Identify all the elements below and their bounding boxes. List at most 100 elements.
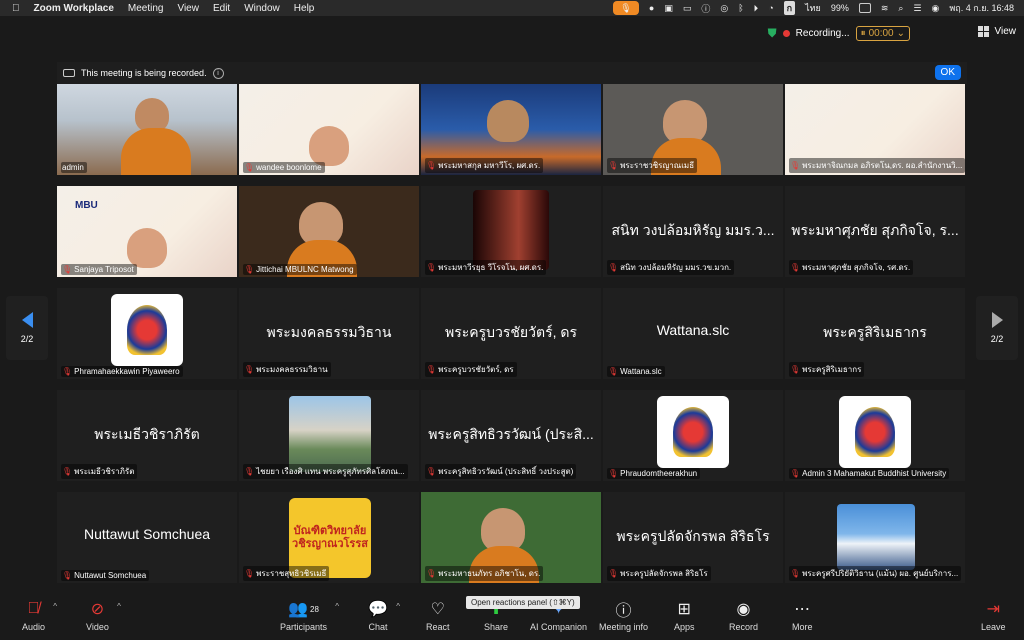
more-button[interactable]: ⋯ More [792, 600, 813, 632]
macos-menubar:  Zoom Workplace Meeting View Edit Windo… [0, 0, 1024, 16]
participant-tile[interactable]: พระครูสิทธิวรวัฒน์ (ประสิ... 🎙 พระครูสิทธิ… [421, 390, 601, 481]
zoom-status-icon[interactable]: ● [649, 3, 654, 13]
mic-muted-icon: 🎙 [244, 569, 255, 578]
meeting-topbar: ⛊ Recording... ⏸ 00:00 ⌄ View [0, 18, 1024, 52]
bluetooth-icon[interactable]: ᛒ [738, 3, 743, 13]
search-icon[interactable]: ⌕ [898, 3, 903, 14]
timer-value: 00:00 [868, 28, 894, 39]
participant-tile[interactable]: 🎙 พระมหาสกุล มหาวีโร, ผศ.ดร. [421, 84, 601, 175]
battery-icon[interactable] [858, 3, 871, 13]
participant-tile[interactable]: การประชุมสภาวิชาการ ครั้งที่ ๗/๒๕๖๘MBU🎙S… [57, 186, 237, 277]
university-crest [111, 294, 183, 366]
wifi-icon[interactable]: ≋ [881, 3, 889, 14]
participant-display-name: พระครูสิริเมธากร [823, 324, 927, 340]
participant-name: พระครูสิทธิวรวัฒน์ (ประสิทธิ์ วงประสูต) [438, 467, 574, 476]
recording-timer[interactable]: ⏸ 00:00 ⌄ [855, 26, 910, 41]
participant-name: พระมหาศุภชัย สุภกิจโจ, รศ.ดร. [802, 263, 911, 272]
menu-view[interactable]: View [177, 3, 199, 14]
chevron-up-icon[interactable]: ^ [335, 602, 339, 611]
shield-icon[interactable]: ⛊ [768, 26, 777, 41]
participant-name: Wattana.slc [620, 367, 662, 376]
record-icon: ◉ [736, 601, 751, 618]
participant-tile[interactable]: 🎙 wandee boonlome [239, 84, 419, 175]
app-menu[interactable]: Zoom Workplace [34, 3, 114, 14]
menu-help[interactable]: Help [294, 3, 315, 14]
participant-tile[interactable]: สนิท วงปล้อมหิรัญ มมร.ว... 🎙 สนิท วงปล้อมห… [603, 186, 783, 277]
participants-label: Participants [280, 622, 328, 632]
participant-name: พระราชสุทธิวชิรเมธี [256, 569, 327, 578]
clock-icon[interactable]: ◔ [768, 3, 773, 13]
apple-icon[interactable]:  [12, 3, 20, 14]
audio-button[interactable]: 🎙̸ Audio ^ [22, 600, 57, 632]
menubar-datetime[interactable]: พฤ. 4 ก.ย. 16:48 [949, 1, 1014, 15]
participants-icon: 👥 28 [288, 601, 319, 618]
menu-edit[interactable]: Edit [213, 3, 230, 14]
participant-tile[interactable]: 🎙 พระครูศรีปริยัติวิธาน (แม้น) ผอ. ศูนย์บ… [785, 492, 965, 583]
mic-muted-icon: 🎙 [244, 265, 255, 274]
recording-status[interactable]: ⛊ Recording... ⏸ 00:00 ⌄ [768, 26, 910, 41]
participant-name: Phramahaekkawin Piyaweero [74, 367, 180, 376]
participant-tile[interactable]: พระครูบวรชัยวัตร์, ดร 🎙 พระครูบวรชัยวัตร์,… [421, 288, 601, 379]
participant-display-name: สนิท วงปล้อมหิรัญ มมร.ว... [611, 222, 775, 238]
participant-tile[interactable]: 🎙 Admin 3 Mahamakut Buddhist University [785, 390, 965, 481]
robe [121, 128, 191, 175]
participant-tile[interactable]: Nuttawut Somchuea 🎙 Nuttawut Somchuea [57, 492, 237, 583]
video-button[interactable]: ⊘ Video ^ [86, 600, 121, 632]
mic-status-icon[interactable]: 🎙 [612, 1, 639, 15]
chevron-up-icon[interactable]: ^ [53, 602, 57, 611]
participant-name-label: 🎙 พระมหาจิณกมล อภิรตโน,ดร. ผอ.สำนักงานวิ.… [789, 158, 965, 173]
banner-ok-button[interactable]: OK [934, 65, 961, 80]
participant-name-label: 🎙 พระมหาวีรยุธ วีโรจโน, ผศ.ดร. [425, 260, 547, 275]
participant-tile[interactable]: พระมงคลธรรมวิธาน 🎙 พระมงคลธรรมวิธาน [239, 288, 419, 379]
line-icon[interactable]: ▣ [664, 3, 673, 14]
participant-tile[interactable]: พระมหาศุภชัย สุภกิจโจ, ร... 🎙 พระมหาศุภชัย… [785, 186, 965, 277]
participant-tile[interactable]: บัณฑิตวิทยาลัย วชิรญาณวโรรส 🎙 พระราชสุทธิว… [239, 492, 419, 583]
siri-icon[interactable]: ◉ [932, 3, 940, 14]
next-page-button[interactable]: 2/2 [976, 296, 1018, 360]
participant-name-label: 🎙 สนิท วงปล้อมหิรัญ มมร.วข.มวก. [607, 260, 735, 275]
apps-button[interactable]: ⊞ Apps [674, 600, 695, 632]
participant-tile[interactable]: 🎙 Jittichai MBULNC Matwong [239, 186, 419, 277]
airdrop-icon[interactable]: ◎ [720, 3, 728, 14]
chevron-up-icon[interactable]: ^ [396, 602, 400, 611]
chevron-up-icon[interactable]: ^ [117, 602, 121, 611]
input-source-key[interactable]: ก [783, 1, 796, 15]
participant-tile[interactable]: admin [57, 84, 237, 175]
previous-page-button[interactable]: 2/2 [6, 296, 48, 360]
participant-tile[interactable]: 🎙 พระราชวชิรญาณเมธี [603, 84, 783, 175]
participant-tile[interactable]: 🎙 Phraudomtheerakhun [603, 390, 783, 481]
participant-name-label: 🎙 พระเมธีวชิราภิรัต [61, 464, 138, 479]
mic-muted-icon: 🎙 [62, 367, 73, 376]
info-icon[interactable]: ⓘ [701, 2, 710, 15]
participant-name: พระมหาจิณกมล อภิรตโน,ดร. ผอ.สำนักงานวิ..… [802, 161, 963, 170]
mic-muted-icon: 🎙 [790, 365, 801, 374]
participant-tile[interactable]: พระเมธีวชิราภิรัต 🎙 พระเมธีวชิราภิรัต [57, 390, 237, 481]
record-button[interactable]: ◉ Record [729, 600, 758, 632]
participant-tile[interactable]: 🎙 พระมหาธนภัทร อภิชาโน, ดร. [421, 492, 601, 583]
control-center-icon[interactable]: ☰ [913, 3, 921, 14]
menu-meeting[interactable]: Meeting [128, 3, 164, 14]
participant-name-label: 🎙 Wattana.slc [607, 366, 665, 377]
menu-window[interactable]: Window [244, 3, 280, 14]
participant-tile[interactable]: 🎙 พระมหาวีรยุธ วีโรจโน, ผศ.ดร. [421, 186, 601, 277]
meeting-info-button[interactable]: ⓘ Meeting info [599, 600, 648, 632]
participants-count: 28 [310, 604, 319, 614]
input-source-label[interactable]: ไทย [805, 1, 821, 15]
recording-banner: This meeting is being recorded. i OK [57, 62, 967, 84]
leave-button[interactable]: ⇥ Leave [981, 600, 1006, 632]
view-button[interactable]: View [977, 26, 1016, 37]
mic-muted-icon: 🎙 [608, 569, 619, 578]
participants-button[interactable]: 👥 28 Participants ^ [280, 600, 339, 632]
participant-tile[interactable]: 🎙 พระมหาจิณกมล อภิรตโน,ดร. ผอ.สำนักงานวิ.… [785, 84, 965, 175]
mic-muted-icon: 🎙 [790, 569, 801, 578]
participant-tile[interactable]: 🎙 Phramahaekkawin Piyaweero [57, 288, 237, 379]
screen-icon[interactable]: ▭ [683, 3, 692, 14]
participant-tile[interactable]: พระครูสิริเมธากร 🎙 พระครูสิริเมธากร [785, 288, 965, 379]
participant-tile[interactable]: พระครูปลัดจักรพล สิริธโร 🎙 พระครูปลัดจักรพ… [603, 492, 783, 583]
playpause-icon[interactable]: ⏵ [754, 3, 759, 14]
react-button[interactable]: ♡ React [426, 600, 450, 632]
participant-tile[interactable]: 🎙 ไชยยา เรืองศิ แทน พระครูสุภัทรศิลโสภณ..… [239, 390, 419, 481]
participant-tile[interactable]: Wattana.slc 🎙 Wattana.slc [603, 288, 783, 379]
info-icon[interactable]: i [212, 67, 224, 79]
chat-button[interactable]: 💬 Chat ^ [368, 600, 400, 632]
